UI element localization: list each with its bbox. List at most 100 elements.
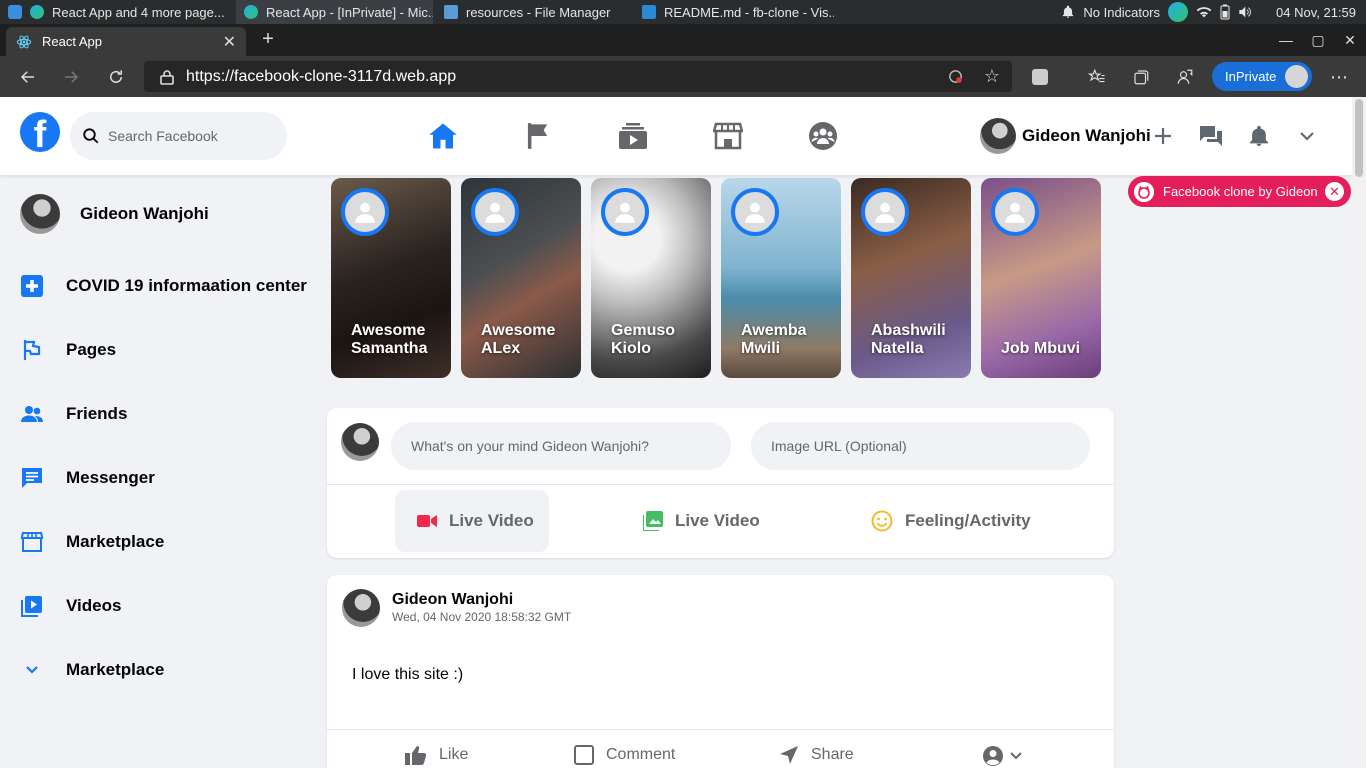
header-user-name: Gideon Wanjohi bbox=[1022, 126, 1151, 145]
app-launcher-icon[interactable] bbox=[8, 5, 22, 19]
forward-icon[interactable] bbox=[58, 64, 84, 90]
comment-button[interactable]: Comment bbox=[574, 745, 675, 765]
story-card[interactable]: Awesome Samantha bbox=[331, 178, 451, 378]
feedback-icon[interactable] bbox=[1172, 64, 1198, 90]
share-label: Share bbox=[811, 746, 854, 763]
battery-icon[interactable] bbox=[1220, 4, 1230, 20]
address-bar[interactable]: https://facebook-clone-3117d.web.app ☆ bbox=[144, 61, 1012, 92]
marketplace-store-icon[interactable] bbox=[711, 119, 745, 153]
favorites-list-icon[interactable] bbox=[1084, 64, 1110, 90]
profile-avatar-icon bbox=[1285, 65, 1308, 88]
volume-icon[interactable] bbox=[1238, 5, 1254, 19]
story-card[interactable]: Awesome ALex bbox=[461, 178, 581, 378]
sidebar-item-label: Videos bbox=[66, 596, 122, 615]
sidebar-item-label: Pages bbox=[66, 340, 117, 359]
taskbar-task-inprivate[interactable]: React App - [InPrivate] - Mic... bbox=[236, 0, 433, 24]
share-button[interactable]: Share bbox=[779, 745, 854, 765]
groups-icon[interactable] bbox=[806, 119, 840, 153]
sidebar-item-marketplace[interactable]: Marketplace bbox=[20, 530, 164, 554]
notifications-icon[interactable] bbox=[1246, 123, 1272, 149]
tab-close-icon[interactable]: ✕ bbox=[223, 32, 236, 52]
back-icon[interactable] bbox=[15, 64, 41, 90]
post-author[interactable]: Gideon Wanjohi bbox=[392, 591, 513, 609]
browser-tab[interactable]: React App ✕ bbox=[6, 27, 246, 56]
post-message: I love this site :) bbox=[352, 666, 464, 683]
taskbar-task-vscode[interactable]: README.md - fb-clone - Vis... bbox=[634, 0, 834, 24]
taskbar-task-file-manager[interactable]: resources - File Manager bbox=[436, 0, 626, 24]
window-close-icon[interactable]: ✕ bbox=[1334, 32, 1366, 49]
search-input[interactable]: Search Facebook bbox=[70, 112, 287, 160]
header-profile[interactable]: Gideon Wanjohi bbox=[980, 117, 1151, 155]
sidebar-item-pages[interactable]: Pages bbox=[20, 338, 116, 362]
task-label: resources - File Manager bbox=[466, 4, 611, 20]
system-tray: No Indicators 04 Nov, 21:59 bbox=[1061, 0, 1366, 24]
story-card[interactable]: Abashwili Natella bbox=[851, 178, 971, 378]
account-menu-chevron-icon[interactable] bbox=[1294, 123, 1320, 149]
wifi-icon[interactable] bbox=[1196, 5, 1212, 19]
chevron-down-icon bbox=[20, 658, 44, 682]
sidebar-profile-name: Gideon Wanjohi bbox=[80, 204, 209, 223]
task-label: README.md - fb-clone - Vis... bbox=[664, 4, 834, 20]
home-icon[interactable] bbox=[426, 119, 460, 153]
pages-flag-icon[interactable] bbox=[522, 119, 556, 153]
edge-tray-icon[interactable] bbox=[1168, 2, 1189, 22]
photo-video-button[interactable]: Live Video bbox=[643, 490, 760, 552]
tracking-prevention-icon[interactable] bbox=[947, 68, 964, 85]
task-label: React App and 4 more page... bbox=[52, 4, 225, 20]
thumbs-up-icon bbox=[405, 745, 427, 765]
like-button[interactable]: Like bbox=[405, 745, 468, 765]
window-controls: — ▢ ✕ bbox=[1270, 24, 1366, 56]
new-tab-icon[interactable]: + bbox=[256, 28, 280, 52]
refresh-icon[interactable] bbox=[103, 64, 129, 90]
story-avatar-icon bbox=[601, 188, 649, 236]
story-card[interactable]: Awemba Mwili bbox=[721, 178, 841, 378]
avatar bbox=[980, 118, 1016, 154]
facebook-logo-icon[interactable]: f bbox=[20, 112, 60, 152]
post-text-input[interactable]: What's on your mind Gideon Wanjohi? bbox=[391, 422, 731, 470]
folder-icon bbox=[444, 5, 458, 19]
scrollbar-thumb[interactable] bbox=[1355, 99, 1363, 177]
indicator-text[interactable]: No Indicators bbox=[1083, 5, 1160, 20]
story-card[interactable]: Job Mbuvi bbox=[981, 178, 1101, 378]
story-name: Awemba Mwili bbox=[741, 322, 807, 357]
vscode-icon bbox=[642, 5, 656, 19]
settings-more-icon[interactable]: ⋯ bbox=[1326, 64, 1352, 90]
story-card[interactable]: Gemuso Kiolo bbox=[591, 178, 711, 378]
taskbar-task-react-app[interactable]: React App and 4 more page... bbox=[0, 0, 232, 24]
maximize-icon[interactable]: ▢ bbox=[1302, 32, 1334, 49]
story-avatar-icon bbox=[861, 188, 909, 236]
live-video-button[interactable]: Live Video bbox=[395, 490, 549, 552]
os-taskbar: React App and 4 more page... React App -… bbox=[0, 0, 1366, 24]
minimize-icon[interactable]: — bbox=[1270, 32, 1302, 48]
sidebar-profile[interactable]: Gideon Wanjohi bbox=[20, 194, 209, 234]
clock[interactable]: 04 Nov, 21:59 bbox=[1276, 5, 1356, 20]
favorite-star-icon[interactable]: ☆ bbox=[984, 66, 1000, 87]
lock-icon[interactable] bbox=[160, 69, 174, 85]
sidebar-item-covid-info[interactable]: COVID 19 informaation center bbox=[20, 274, 307, 298]
sidebar-item-see-more[interactable]: Marketplace bbox=[20, 658, 164, 682]
inprivate-button[interactable]: InPrivate bbox=[1212, 62, 1312, 91]
toast-close-icon[interactable]: ✕ bbox=[1325, 182, 1344, 201]
post-audience-button[interactable] bbox=[982, 745, 1022, 767]
image-url-input[interactable]: Image URL (Optional) bbox=[751, 422, 1090, 470]
edge-icon bbox=[244, 5, 258, 19]
pages-flag-icon bbox=[20, 338, 44, 362]
post-divider bbox=[327, 729, 1114, 730]
sidebar-item-messenger[interactable]: Messenger bbox=[20, 466, 155, 490]
sidebar-item-friends[interactable]: Friends bbox=[20, 402, 127, 426]
browser-tab-strip: React App ✕ + — ▢ ✕ bbox=[0, 24, 1366, 56]
sidebar-item-videos[interactable]: Videos bbox=[20, 594, 121, 618]
url-text[interactable]: https://facebook-clone-3117d.web.app bbox=[186, 68, 456, 86]
extension-icon[interactable] bbox=[1027, 64, 1053, 90]
create-plus-icon[interactable] bbox=[1150, 123, 1176, 149]
feeling-activity-button[interactable]: Feeling/Activity bbox=[871, 490, 1031, 552]
page-scrollbar[interactable] bbox=[1352, 97, 1366, 768]
video-camera-icon bbox=[417, 514, 437, 528]
toast-notification: Facebook clone by Gideon ✕ bbox=[1128, 176, 1351, 207]
collections-icon[interactable] bbox=[1128, 64, 1154, 90]
notification-bell-icon[interactable] bbox=[1061, 5, 1075, 19]
watch-video-icon[interactable] bbox=[616, 119, 650, 153]
messenger-chat-icon[interactable] bbox=[1198, 123, 1224, 149]
sidebar-item-label: Messenger bbox=[66, 468, 155, 487]
search-icon bbox=[82, 127, 100, 145]
